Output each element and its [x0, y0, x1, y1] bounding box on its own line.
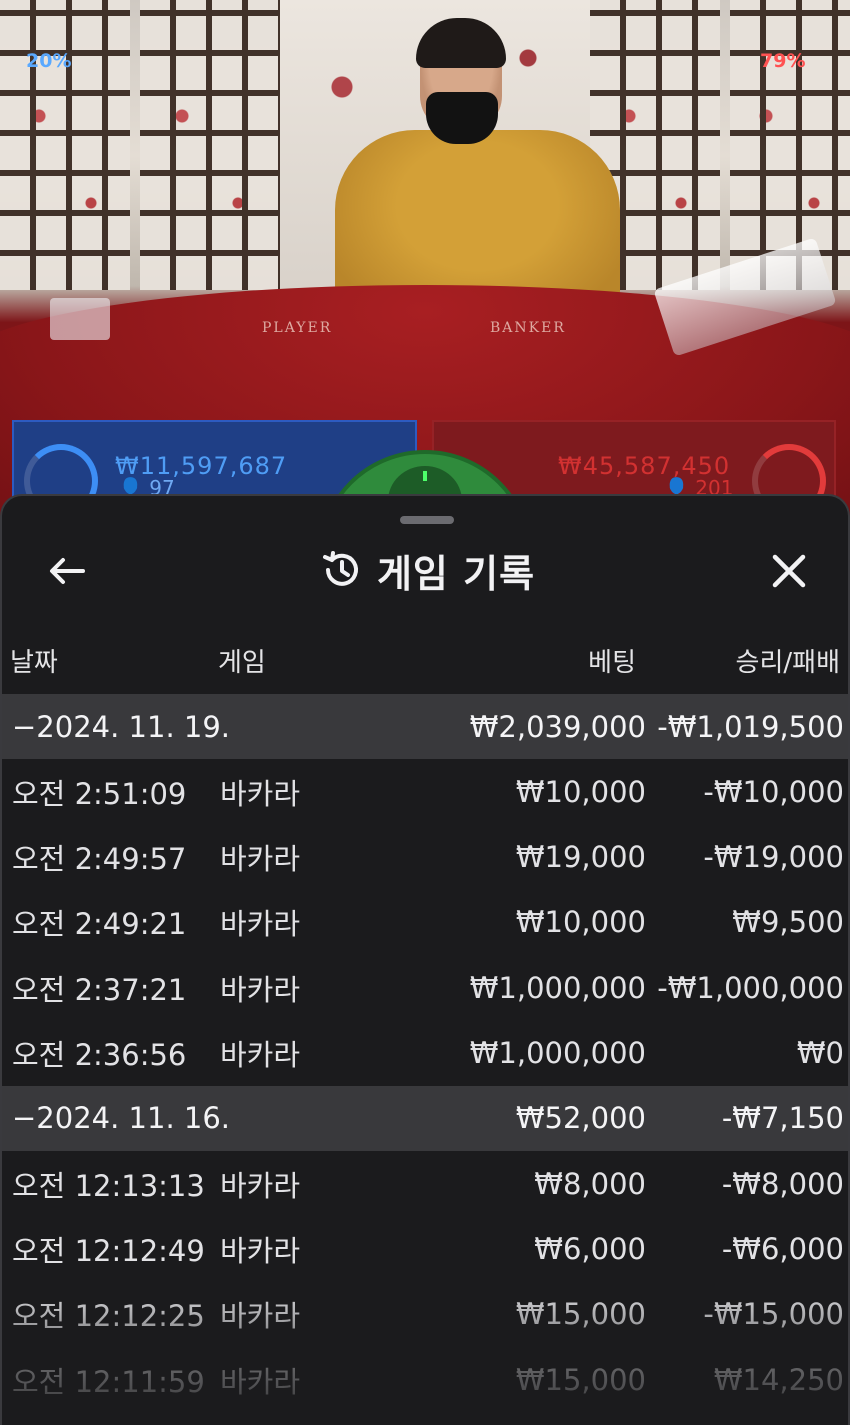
row-game: 바카라 [220, 1038, 301, 1073]
row-bet: ₩8,000 [534, 1166, 646, 1201]
row-time: 오전 2:36:56 [12, 1038, 187, 1073]
row-game: 바카라 [220, 1234, 301, 1269]
group-bet-total: ₩52,000 [515, 1101, 646, 1136]
row-game: 바카라 [220, 907, 301, 942]
row-bet: ₩1,000,000 [469, 1036, 646, 1071]
close-icon [772, 554, 806, 588]
table-label-banker: BANKER [490, 320, 566, 336]
row-time: 오전 2:37:21 [12, 972, 187, 1007]
row-win: -₩6,000 [721, 1232, 844, 1267]
date-group-row[interactable]: −2024. 11. 19. ₩2,039,000 -₩1,019,500 [2, 694, 848, 759]
row-game: 바카라 [220, 776, 301, 811]
row-time: 오전 12:12:25 [12, 1299, 205, 1334]
group-bet-total: ₩2,039,000 [469, 709, 646, 744]
row-time: 오전 2:49:57 [12, 842, 187, 877]
history-row[interactable]: 오전 2:37:21 바카라 ₩1,000,000 -₩1,000,000 [2, 955, 848, 1020]
column-header-bet[interactable]: 베팅 [588, 642, 636, 679]
close-button[interactable] [762, 544, 816, 598]
group-date: −2024. 11. 19. [12, 709, 230, 744]
row-win: ₩9,500 [732, 905, 844, 940]
history-row[interactable]: 오전 12:12:25 바카라 ₩15,000 -₩15,000 [2, 1282, 848, 1347]
history-icon [322, 551, 358, 586]
row-bet: ₩1,000,000 [469, 970, 646, 1005]
row-game: 바카라 [220, 842, 301, 877]
history-row[interactable]: 오전 12:12:49 바카라 ₩6,000 -₩6,000 [2, 1216, 848, 1281]
row-win: -₩19,000 [703, 840, 844, 875]
row-time: 오전 2:49:21 [12, 907, 187, 942]
row-game: 바카라 [220, 1168, 301, 1203]
history-row[interactable]: 오전 2:49:57 바카라 ₩19,000 -₩19,000 [2, 824, 848, 889]
history-row[interactable]: 오전 2:36:56 바카라 ₩1,000,000 ₩0 [2, 1021, 848, 1086]
sheet-drag-handle[interactable] [400, 516, 454, 524]
row-win: -₩1,000,000 [657, 970, 844, 1005]
row-bet: ₩15,000 [515, 1362, 646, 1397]
row-win: -₩10,000 [703, 774, 844, 809]
timer-tick [423, 471, 427, 481]
row-game: 바카라 [220, 1299, 301, 1334]
live-video: PLAYER BANKER 20% ₩11,597,687 👤 97 79% ₩… [0, 0, 850, 520]
decorative-screen [0, 0, 130, 290]
row-time: 오전 2:51:09 [12, 776, 187, 811]
dealer-mask [426, 92, 498, 144]
column-header-win-loss[interactable]: 승리/패배 [736, 642, 840, 679]
history-row[interactable]: 오전 2:49:21 바카라 ₩10,000 ₩9,500 [2, 890, 848, 955]
sheet-header: 게임 기록 [2, 540, 848, 600]
row-win: ₩0 [796, 1036, 844, 1071]
row-bet: ₩19,000 [515, 840, 646, 875]
row-bet: ₩10,000 [515, 905, 646, 940]
row-win: -₩15,000 [703, 1297, 844, 1332]
row-bet: ₩6,000 [534, 1232, 646, 1267]
game-history-sheet: 게임 기록 날짜 게임 베팅 승리/패배 −2024. 11. 19. ₩2,0… [0, 494, 850, 1425]
row-bet: ₩10,000 [515, 774, 646, 809]
discard-tray [50, 298, 110, 340]
group-win-total: -₩1,019,500 [657, 709, 844, 744]
group-win-total: -₩7,150 [721, 1101, 844, 1136]
column-header-game[interactable]: 게임 [218, 642, 266, 679]
date-group-row[interactable]: −2024. 11. 16. ₩52,000 -₩7,150 [2, 1085, 848, 1151]
decorative-screen [140, 0, 280, 290]
group-date: −2024. 11. 16. [12, 1101, 230, 1136]
row-time: 오전 12:12:49 [12, 1234, 205, 1269]
sheet-title: 게임 기록 [376, 551, 536, 596]
row-win: -₩8,000 [721, 1166, 844, 1201]
table-label-player: PLAYER [262, 320, 333, 336]
history-row[interactable]: 오전 12:11:59 바카라 ₩15,000 ₩14,250 [2, 1347, 848, 1412]
history-row[interactable]: 오전 2:51:09 바카라 ₩10,000 -₩10,000 [2, 759, 848, 824]
row-bet: ₩15,000 [515, 1297, 646, 1332]
history-row[interactable]: 오전 12:13:13 바카라 ₩8,000 -₩8,000 [2, 1151, 848, 1216]
banker-percent: 79% [760, 50, 806, 72]
history-list: −2024. 11. 19. ₩2,039,000 -₩1,019,500 오전… [2, 694, 848, 1413]
player-percent: 20% [26, 50, 72, 72]
column-header-date[interactable]: 날짜 [10, 642, 58, 679]
row-game: 바카라 [220, 972, 301, 1007]
row-win: ₩14,250 [713, 1362, 844, 1397]
row-time: 오전 12:11:59 [12, 1364, 205, 1399]
row-game: 바카라 [220, 1364, 301, 1399]
row-time: 오전 12:13:13 [12, 1168, 205, 1203]
